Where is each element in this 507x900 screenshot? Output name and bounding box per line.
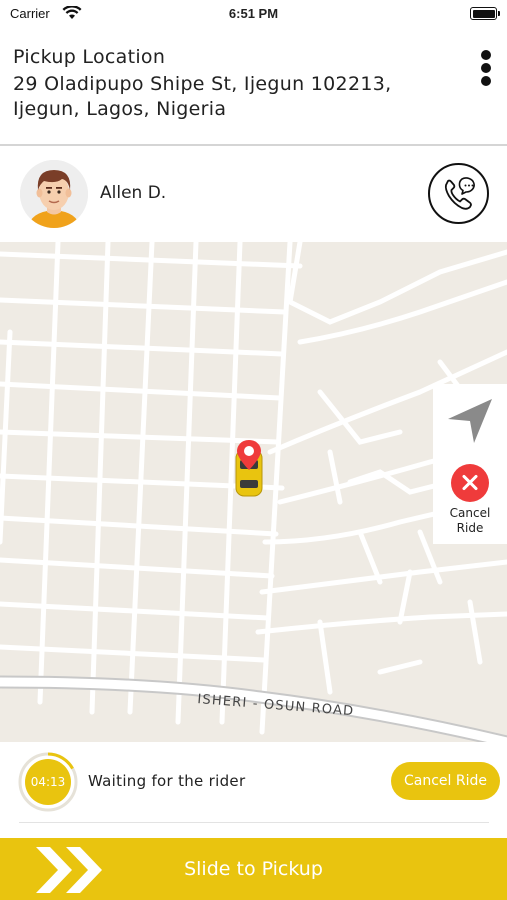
waiting-status: Waiting for the rider [88,772,246,790]
locate-button[interactable] [433,384,507,456]
map-cancel-ride-label: Cancel Ride [449,506,491,535]
taxi-car-icon [235,440,263,497]
double-chevron-right-icon[interactable] [32,843,108,897]
phone-chat-icon [444,177,475,210]
map-side-panel: Cancel Ride [433,384,507,544]
battery-icon [470,7,500,20]
close-circle-icon [451,464,489,502]
user-avatar-icon [20,160,88,228]
timer-value: 04:13 [25,759,71,805]
pickup-address: 29 Oladipupo Shipe St, Ijegun 102213, Ij… [13,73,392,120]
driver-name: Allen D. [100,183,167,203]
more-vertical-icon[interactable] [475,50,497,94]
pickup-header: Pickup Location 29 Oladipupo Shipe St, I… [0,30,507,146]
navigation-arrow-icon [448,399,492,443]
slide-to-pickup[interactable]: Slide to Pickup [0,838,507,900]
status-bar: Carrier 6:51 PM [0,0,507,28]
call-button[interactable] [428,163,489,224]
waiting-panel: 04:13 Waiting for the rider Cancel Ride [0,742,507,838]
map-cancel-ride-button[interactable]: Cancel Ride [433,458,507,544]
clock: 6:51 PM [228,6,279,21]
map-view[interactable]: ISHERI - OSUN ROAD Cancel Ride [0,242,507,742]
pickup-title: Pickup Location [13,46,166,68]
avatar [20,160,88,228]
cancel-ride-button[interactable]: Cancel Ride [391,762,500,800]
driver-row: Allen D. [0,148,507,242]
divider [19,822,489,823]
